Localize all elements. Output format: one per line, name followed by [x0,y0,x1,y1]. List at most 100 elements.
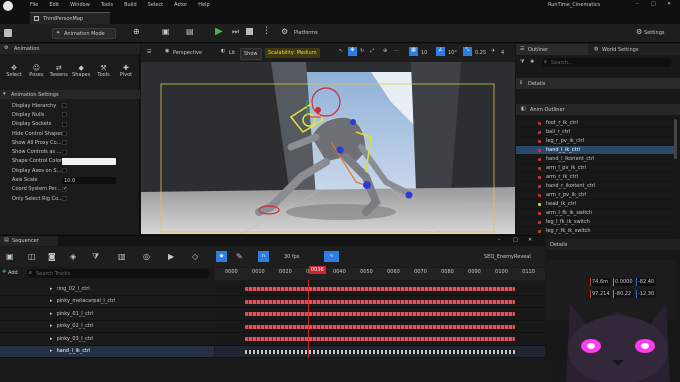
list-item[interactable]: leg_r_pv_ik_ctrl [516,137,674,146]
scale-snap-value[interactable]: 0.25 [475,50,486,56]
track-row[interactable]: ▸ pinky_02_l_ctrl [0,321,214,333]
add-track-button[interactable]: ✚ Add [0,268,24,278]
keyframes[interactable] [245,299,515,304]
playback-options-icon[interactable]: ▶ [168,252,174,262]
cinematics-icon[interactable]: ▤ [186,27,194,37]
auto-key-icon[interactable]: ∿ [324,251,339,262]
close-icon[interactable]: ✕ [667,1,671,7]
filter-icon[interactable]: ⧩ [520,59,524,65]
keyframes[interactable] [245,312,515,316]
world-space-icon[interactable]: ⊕ [383,48,387,54]
list-item[interactable]: arm_l_fk_ik_switch [516,209,674,218]
setting-checkbox[interactable] [62,131,67,137]
unreal-logo[interactable] [3,1,13,11]
setting-checkbox[interactable] [62,196,67,202]
perspective-button[interactable]: Perspective [173,50,202,56]
setting-checkbox[interactable] [62,149,67,155]
view-options-icon[interactable]: ◎ [143,252,150,262]
play-button[interactable]: ▶ [215,26,223,38]
list-item-selected[interactable]: hand_l_ik_ctrl [516,146,674,155]
lit-button[interactable]: Lit [229,50,235,56]
scale-icon[interactable]: ⤢ [370,48,374,54]
playhead-frame[interactable]: 0036 [309,266,326,274]
outliner-tab[interactable]: ☰ Outliner [516,44,588,55]
render-icon[interactable]: ◈ [70,252,76,262]
fps-selector[interactable]: 30 fps [284,254,300,260]
more-play-options-icon[interactable]: ⋮ [262,26,271,37]
track-row-selected[interactable]: ▸ hand_l_ik_ctrl [0,345,214,358]
maximize-icon[interactable]: □ [651,1,656,7]
tool-poses[interactable]: ☺ Poses [26,64,46,84]
surface-snap-icon[interactable]: ⋯ [394,48,399,54]
track-row[interactable]: ▸ ring_02_l_ctrl [0,283,214,296]
keyframes[interactable] [245,287,515,291]
setting-checkbox[interactable] [62,121,67,127]
rotation-snap-value[interactable]: 10° [448,50,457,56]
level-viewport[interactable]: ☰ ◉ Perspective ◐ Lit Show Scalability: … [141,44,515,234]
axis-scale-input[interactable]: 10.0 [62,176,116,184]
keyframe-options-icon[interactable]: ◇ [192,252,198,262]
menu-edit[interactable]: Edit [49,2,59,8]
setting-checkbox[interactable] [62,112,67,118]
keyframes[interactable] [245,324,515,329]
step-button[interactable]: ⏭ [232,27,239,37]
stop-button[interactable] [246,28,253,35]
blueprint-icon[interactable]: ▣ [162,27,170,37]
curve-editor-icon[interactable]: ✎ [236,252,243,262]
timeline-tracks[interactable] [215,280,545,358]
tab-thirdpersonmap[interactable]: ThirdPersonMap [30,12,110,24]
settings-icon[interactable]: ⚙ [636,28,642,36]
menu-tools[interactable]: Tools [101,2,113,8]
camera-icon[interactable]: ◙ [48,252,56,262]
camera-speed-value[interactable]: 4 [501,50,504,56]
setting-checkbox-checked[interactable]: ✓ [62,186,67,192]
list-item[interactable]: arm_r_ik_ctrl [516,173,674,182]
panel-close-icon[interactable]: ✕ [528,237,532,243]
camera-speed-icon[interactable]: ✈ [491,48,495,54]
track-row[interactable]: ▸ pinky_01_l_ctrl [0,308,214,321]
list-item[interactable]: hand_r_ikorient_ctrl [516,182,674,191]
world-settings-tab[interactable]: ◍ World Settings [590,44,678,55]
viewport-menu-icon[interactable]: ☰ [147,49,151,55]
setting-checkbox[interactable] [62,103,67,109]
add-actor-icon[interactable]: ✚ [530,59,534,65]
menu-build[interactable]: Build [124,2,137,8]
menu-select[interactable]: Select [148,2,163,8]
keyframes[interactable] [245,349,515,354]
platforms-button[interactable]: Platforms [294,30,318,36]
perspective-icon[interactable]: ◉ [165,48,169,54]
mode-selector[interactable]: ✦ Animation Mode [52,28,116,39]
outliner-search-input[interactable]: ⌕ Search... [542,58,672,67]
tool-tweens[interactable]: ⇄ Tweens [49,64,69,84]
panel-maximize-icon[interactable]: □ [513,237,518,243]
browse-icon[interactable]: ◫ [28,252,36,262]
filter-sequence-icon[interactable]: ⧩ [92,252,99,262]
scale-snap-icon[interactable]: ⤡ [463,47,472,56]
translate-icon[interactable]: ✥ [348,47,357,56]
platforms-icon[interactable]: ⚙ [281,27,288,37]
list-item[interactable]: arm_r_pv_ik_ctrl [516,191,674,200]
key-selected-icon[interactable]: ◆ [216,251,227,262]
tool-tools[interactable]: ⚒ Tools [94,64,114,84]
rotate-icon[interactable]: ↻ [360,48,364,54]
grid-snap-icon[interactable]: ▦ [409,47,418,56]
timeline-ruler[interactable]: 0000 0010 0020 0030 0040 0050 0060 0070 … [215,266,545,280]
show-button[interactable]: Show [240,48,262,60]
list-item[interactable]: hand_l_ikorient_ctrl [516,155,674,164]
menu-actor[interactable]: Actor [174,2,187,8]
setting-checkbox[interactable] [62,140,67,146]
sequencer-tab[interactable]: ▤ Sequencer [0,236,58,246]
track-search-input[interactable]: ⌕ Search Tracks [27,269,209,278]
list-item[interactable]: arm_l_pv_ik_ctrl [516,164,674,173]
select-mode-icon[interactable]: ↖ [339,48,343,54]
tool-shapes[interactable]: ◆ Shapes [71,64,91,84]
shape-color-swatch[interactable] [62,157,116,165]
menu-window[interactable]: Window [70,2,90,8]
settings-button[interactable]: Settings [644,30,665,36]
scalability-warning[interactable]: Scalability: Medium [265,48,320,58]
menu-file[interactable]: File [30,2,38,8]
panel-minimize-icon[interactable]: – [498,237,501,243]
keyframes[interactable] [245,337,515,341]
setting-checkbox[interactable] [62,168,67,174]
lit-icon[interactable]: ◐ [221,48,225,54]
